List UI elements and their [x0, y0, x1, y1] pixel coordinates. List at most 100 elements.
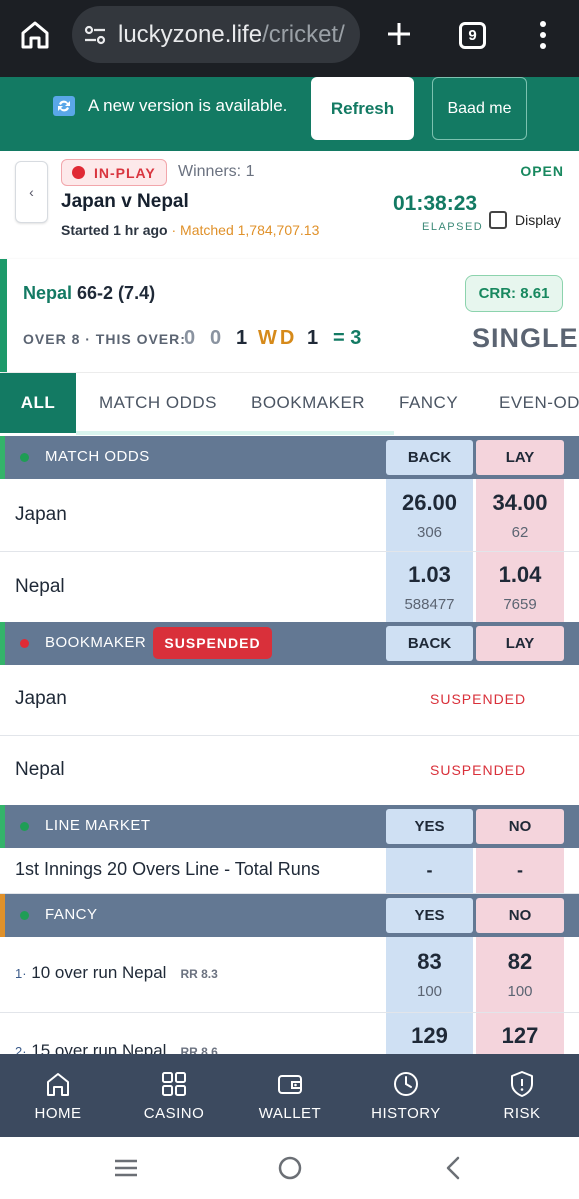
row-number: 2· — [15, 1044, 27, 1054]
tab-fancy[interactable]: FANCY — [399, 373, 458, 433]
back-odds-cell[interactable]: 1.03 588477 — [386, 552, 473, 623]
fancy-row: 1· 10 over run Nepal RR 8.3 83 100 82 100 — [0, 937, 579, 1013]
tab-all[interactable]: ALL — [0, 373, 76, 433]
fancy-runner: 1· 10 over run Nepal RR 8.3 — [15, 963, 218, 983]
suspended-label: SUSPENDED — [430, 762, 527, 778]
recent-apps-icon[interactable] — [112, 1154, 140, 1182]
home-icon[interactable] — [18, 18, 52, 52]
winners-count: Winners: 1 — [178, 163, 255, 180]
status-dot-icon — [20, 639, 29, 648]
no-odds-cell[interactable]: 82 100 — [476, 937, 564, 1012]
market-tabs: ALL MATCH ODDS BOOKMAKER FANCY EVEN-ODD — [0, 373, 579, 435]
odds-price: - — [517, 860, 523, 880]
over-total: = 3 — [333, 327, 362, 349]
new-tab-icon[interactable] — [385, 20, 413, 48]
shield-icon — [511, 1071, 533, 1097]
live-dot-icon — [20, 453, 29, 462]
nav-risk[interactable]: RISK — [464, 1054, 579, 1137]
nav-casino[interactable]: CASINO — [116, 1054, 232, 1137]
ball-result: 1 — [307, 327, 319, 349]
odds-size: 306 — [416, 523, 443, 541]
yes-column-header: YES — [386, 898, 473, 933]
display-label: Display — [515, 212, 561, 228]
bottom-navigation: HOME CASINO WALLET HISTORY RISK — [0, 1054, 579, 1137]
lay-column-header: LAY — [476, 440, 564, 475]
match-header: ‹ IN-PLAY Winners: 1 Japan v Nepal Start… — [0, 151, 579, 256]
started-time: Started 1 hr ago — [61, 222, 168, 238]
system-navigation-bar — [0, 1137, 579, 1199]
address-bar[interactable]: luckyzone.life/cricket/ — [72, 6, 360, 63]
tab-even-odd[interactable]: EVEN-ODD — [499, 373, 579, 433]
ball-result-wide: WD — [258, 327, 298, 349]
system-home-icon[interactable] — [276, 1154, 304, 1182]
dismiss-update-button[interactable]: Baad me — [432, 77, 527, 140]
grid-icon — [162, 1072, 186, 1096]
runner-row: Japan SUSPENDED — [0, 665, 579, 736]
batting-score: Nepal 66-2 (7.4) — [23, 283, 155, 304]
line-row: 1st Innings 20 Overs Line - Total Runs -… — [0, 848, 579, 894]
runner-name: 1st Innings 20 Overs Line - Total Runs — [15, 859, 320, 879]
yes-odds-cell[interactable]: - — [386, 848, 473, 893]
tab-switcher-button[interactable]: 9 — [459, 22, 486, 49]
nav-home[interactable]: HOME — [0, 1054, 116, 1137]
fancy-runner: 2· 15 over run Nepal RR 8.6 — [15, 1041, 218, 1054]
lay-odds-cell[interactable]: 34.00 62 — [476, 479, 564, 551]
back-button[interactable]: ‹ — [15, 161, 48, 223]
tab-scroll-indicator — [76, 431, 394, 435]
runner-name: 15 over run Nepal — [31, 1041, 167, 1054]
lay-column-header: LAY — [476, 626, 564, 661]
more-menu-icon[interactable] — [535, 19, 551, 51]
runner-name: Japan — [15, 504, 67, 525]
no-column-header: NO — [476, 898, 564, 933]
yes-odds-cell[interactable]: 129 — [386, 1013, 473, 1054]
over-label: OVER 8 · THIS OVER: — [23, 331, 186, 347]
row-number: 1· — [15, 966, 27, 981]
suspended-label: SUSPENDED — [430, 691, 527, 707]
tab-match-odds[interactable]: MATCH ODDS — [99, 373, 217, 433]
ball-result: 1 — [236, 327, 248, 349]
site-settings-icon[interactable] — [82, 22, 108, 48]
nav-label: HOME — [34, 1105, 82, 1122]
match-title: Japan v Nepal — [61, 191, 189, 212]
update-message: A new version is available. — [88, 96, 288, 115]
odds-price: 82 — [507, 949, 533, 974]
nav-wallet[interactable]: WALLET — [232, 1054, 348, 1137]
nav-label: WALLET — [258, 1105, 322, 1122]
tab-bookmaker[interactable]: BOOKMAKER — [251, 373, 365, 433]
runner-name: Nepal — [15, 576, 65, 597]
ball-result: 0 — [184, 327, 196, 349]
odds-size: 100 — [416, 983, 443, 1000]
in-play-label: IN-PLAY — [94, 164, 156, 181]
no-odds-cell[interactable]: 127 — [476, 1013, 564, 1054]
system-back-icon[interactable] — [440, 1154, 468, 1182]
market-accent — [0, 894, 5, 937]
market-title: BOOKMAKER — [45, 634, 147, 651]
runner-row: Nepal 1.03 588477 1.04 7659 — [0, 552, 579, 624]
yes-column-header: YES — [386, 809, 473, 844]
back-odds-cell[interactable]: 26.00 306 — [386, 479, 473, 551]
odds-price: 1.04 — [498, 562, 542, 587]
bookmaker-header: BOOKMAKER SUSPENDED BACK LAY — [0, 622, 579, 665]
display-checkbox[interactable] — [489, 211, 507, 229]
nav-label: CASINO — [143, 1105, 205, 1122]
nav-history[interactable]: HISTORY — [348, 1054, 464, 1137]
fancy-header: FANCY YES NO — [0, 894, 579, 937]
home-icon — [47, 1073, 69, 1096]
no-odds-cell[interactable]: - — [476, 848, 564, 893]
lay-odds-cell[interactable]: 1.04 7659 — [476, 552, 564, 623]
odds-size: 100 — [507, 983, 533, 1000]
nav-label: RISK — [503, 1105, 541, 1122]
rr-tag: RR 8.6 — [180, 1045, 218, 1054]
rr-tag: RR 8.3 — [180, 967, 218, 981]
yes-odds-cell[interactable]: 83 100 — [386, 937, 473, 1012]
runner-name: 10 over run Nepal — [31, 963, 167, 982]
fancy-row: 2· 15 over run Nepal RR 8.6 129 127 — [0, 1013, 579, 1054]
refresh-button[interactable]: Refresh — [311, 77, 414, 140]
runner-row: Japan 26.00 306 34.00 62 — [0, 479, 579, 552]
odds-price: 34.00 — [492, 489, 548, 515]
odds-price: - — [426, 860, 433, 880]
wallet-icon — [278, 1075, 302, 1094]
market-accent — [0, 436, 5, 479]
market-accent — [0, 805, 5, 848]
elapsed-timer: 01:38:23 — [393, 192, 478, 215]
